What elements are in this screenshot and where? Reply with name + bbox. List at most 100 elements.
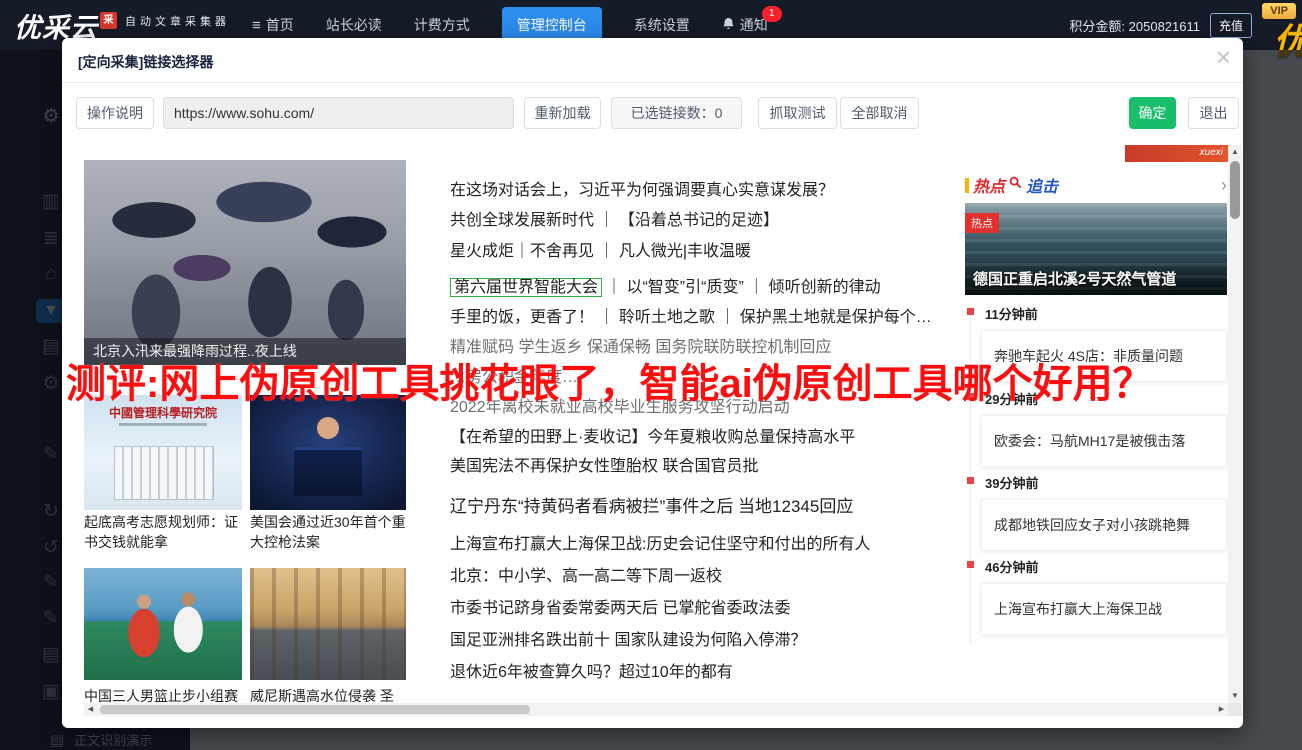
news-link-text: 在这场对话会上，习近平为何强调要真心实意谋发展？ [450, 182, 834, 199]
nav-label: 站长必读 [326, 15, 382, 35]
hot-item-card[interactable]: 欧委会：马航MH17是被俄击落 [981, 415, 1227, 467]
cancel-all-button[interactable]: 全部取消 [840, 97, 919, 129]
news-link[interactable]: 手里的饭，更香了！ ｜ 聆听土地之歌 ｜ 保护黑土地就是保护每个… [450, 303, 1050, 327]
academy-subtitle-line [119, 423, 207, 426]
news-link-text: 辽宁丹东“持黄码者看病被拦”事件之后 当地12345回应 [450, 497, 853, 516]
hero-image[interactable]: 北京入汛来最强降雨过程..夜上线 [84, 160, 406, 365]
embedded-webpage: xuexi 北京入汛来最强降雨过程..夜上线 在这场对话会上，习近平为何强调要真… [84, 145, 1242, 716]
news-photo-venice[interactable] [250, 568, 406, 680]
logo-seal-icon: 采 [100, 12, 117, 29]
hot-main-caption: 德国正重启北溪2号天然气管道 [973, 268, 1176, 289]
vertical-scrollbar[interactable]: ▲ ▼ [1228, 145, 1242, 703]
grab-test-button[interactable]: 抓取测试 [758, 97, 837, 129]
news-link[interactable]: 在这场对话会上，习近平为何强调要真心实意谋发展？ [450, 176, 1050, 200]
hot-item-card[interactable]: 成都地铁回应女子对小孩跳艳舞 [981, 499, 1227, 551]
news-link-text: 上海宣布打赢大上海保卫战:历史会记住坚守和付出的所有人 [450, 536, 870, 553]
screen: 优采云 采 自动文章采集器 ≡首页站长必读计费方式管理控制台系统设置通知1 积分… [0, 0, 1302, 750]
nav-label: 系统设置 [634, 15, 690, 35]
hot-item-time: 46分钟前 [985, 557, 1038, 576]
modal-toolbar: 操作说明 重新加载 已选链接数：0 抓取测试 全部取消 确定 退出 [62, 97, 1243, 129]
news-link-text: 国足亚洲排名跌出前十 国家队建设为何陷入停滞？ [450, 632, 806, 649]
scrollbar-corner [1228, 703, 1242, 716]
news-photo-academy[interactable]: 中國管理科學研究院 [84, 395, 242, 510]
reload-button[interactable]: 重新加载 [524, 97, 601, 129]
news-link-text: ｜ 以“智变”引“质变” ｜ 倾听创新的律动 [606, 279, 881, 296]
vertical-scroll-thumb[interactable] [1230, 161, 1240, 219]
selected-links-count: 已选链接数：0 [611, 97, 742, 129]
hot-main-card[interactable]: 热点 德国正重启北溪2号天然气管道 [965, 203, 1227, 295]
news-link-text: 市委书记跻身省委常委两天后 已掌舵省委政法委 [450, 600, 790, 617]
horizontal-scroll-thumb[interactable] [100, 705, 530, 714]
nav-system-settings[interactable]: 系统设置 [634, 15, 690, 35]
news-link[interactable]: 市委书记跻身省委常委两天后 已掌舵省委政法委 [450, 594, 1050, 618]
hot-title: 热点 [973, 173, 1005, 197]
hot-pursuit-header[interactable]: 热点 追击 › [965, 173, 1227, 197]
recharge-button[interactable]: 充值 [1210, 13, 1252, 38]
app-tagline: 自动文章采集器 [125, 13, 230, 29]
horizontal-scrollbar[interactable]: ◀ ▶ [84, 703, 1228, 716]
close-icon[interactable]: × [1216, 44, 1231, 70]
news-link-text: 北京：中小学、高一高二等下周一返校 [450, 568, 722, 585]
chevron-right-icon[interactable]: › [1221, 176, 1227, 194]
help-button[interactable]: 操作说明 [76, 97, 154, 129]
magnifier-icon [1009, 176, 1022, 194]
news-link-text: 星火成炬｜不舍再见 ｜ 凡人微光|丰收温暖 [450, 243, 751, 260]
news-link-text: 【在希望的田野上·麦收记】今年夏粮收购总量保持高水平 [450, 429, 855, 446]
yellow-bar [965, 178, 969, 193]
nav-label: 管理控制台 [517, 15, 587, 35]
url-input[interactable] [163, 97, 514, 129]
overlay-ad-text: 测评:网上伪原创工具挑花眼了，智能ai伪原创工具哪个好用？ [66, 351, 1276, 409]
photo-caption[interactable]: 起底高考志愿规划师：证书交钱就能拿 [84, 512, 242, 554]
top-banner-image[interactable]: xuexi [1125, 145, 1228, 162]
timeline-dot [967, 477, 974, 484]
timeline-dot [967, 308, 974, 315]
news-link[interactable]: 北京：中小学、高一高二等下周一返校 [450, 562, 1050, 586]
hot-item-title: 欧委会：马航MH17是被俄击落 [994, 431, 1185, 451]
photo-caption[interactable]: 中国三人男篮止步小组赛 [84, 686, 242, 704]
photo-caption[interactable]: 威尼斯遇高水位侵袭 圣 [250, 686, 406, 704]
timeline-dot [967, 561, 974, 568]
nav-label: 首页 [266, 15, 294, 35]
confirm-button[interactable]: 确定 [1129, 97, 1176, 129]
menu-icon: ≡ [252, 17, 261, 34]
scroll-left-icon[interactable]: ◀ [84, 703, 97, 716]
selected-link-highlight[interactable]: 第六届世界智能大会 [450, 278, 602, 297]
chase-title: 追击 [1026, 173, 1058, 197]
news-link-text: 美国宪法不再保护女性堕胎权 联合国官员批 [450, 458, 758, 475]
hot-item-time: 11分钟前 [985, 304, 1038, 323]
exit-button[interactable]: 退出 [1188, 97, 1239, 129]
scroll-down-icon[interactable]: ▼ [1228, 689, 1242, 703]
nav-home[interactable]: ≡ 首页 [252, 15, 294, 35]
modal-title: [定向采集]链接选择器 [78, 52, 213, 72]
hot-item-title: 成都地铁回应女子对小孩跳艳舞 [994, 515, 1190, 535]
nav-billing[interactable]: 计费方式 [414, 15, 470, 35]
banner-text: xuexi [1200, 147, 1223, 158]
news-link-text: 退休近6年被查算久吗？超过10年的都有 [450, 664, 733, 681]
photo-caption[interactable]: 美国会通过近30年首个重大控枪法案 [250, 512, 406, 554]
hot-item-card[interactable]: 上海宣布打赢大上海保卫战 [981, 583, 1227, 635]
news-link[interactable]: 退休近6年被查算久吗？超过10年的都有 [450, 658, 1050, 682]
news-link[interactable]: 星火成炬｜不舍再见 ｜ 凡人微光|丰收温暖 [450, 237, 1050, 261]
hot-item-title: 上海宣布打赢大上海保卫战 [994, 599, 1162, 619]
news-photo-basket[interactable] [84, 568, 242, 680]
news-link[interactable]: 美国宪法不再保护女性堕胎权 联合国官员批 [450, 452, 1050, 476]
news-link[interactable]: 【在希望的田野上·麦收记】今年夏粮收购总量保持高水平 [450, 423, 1050, 447]
news-link[interactable]: 第六届世界智能大会｜ 以“智变”引“质变” ｜ 倾听创新的律动 [450, 273, 1050, 297]
nav-webmaster-guide[interactable]: 站长必读 [326, 15, 382, 35]
nav-label: 计费方式 [414, 15, 470, 35]
nav-notifications[interactable]: 通知1 [722, 15, 768, 35]
news-link[interactable]: 国足亚洲排名跌出前十 国家队建设为何陷入停滞？ [450, 626, 1050, 650]
news-link[interactable]: 上海宣布打赢大上海保卫战:历史会记住坚守和付出的所有人 [450, 530, 1050, 554]
news-link[interactable]: 辽宁丹东“持黄码者看病被拦”事件之后 当地12345回应 [450, 492, 1050, 517]
notification-badge: 1 [762, 6, 782, 22]
modal-header: [定向采集]链接选择器 × [62, 38, 1243, 83]
hot-tag: 热点 [965, 213, 999, 233]
news-link[interactable]: 共创全球发展新时代 ｜ 【沿着总书记的足迹】 [450, 206, 1050, 230]
hot-item-time: 39分钟前 [985, 473, 1038, 492]
news-photo-biden[interactable] [250, 395, 406, 510]
points-balance-text: 积分金额: 2050821611 [1069, 16, 1200, 35]
scroll-up-icon[interactable]: ▲ [1228, 145, 1242, 159]
news-link-text: 手里的饭，更香了！ ｜ 聆听土地之歌 ｜ 保护黑土地就是保护每个… [450, 309, 932, 326]
scroll-right-icon[interactable]: ▶ [1215, 703, 1228, 716]
bell-icon [722, 17, 735, 34]
